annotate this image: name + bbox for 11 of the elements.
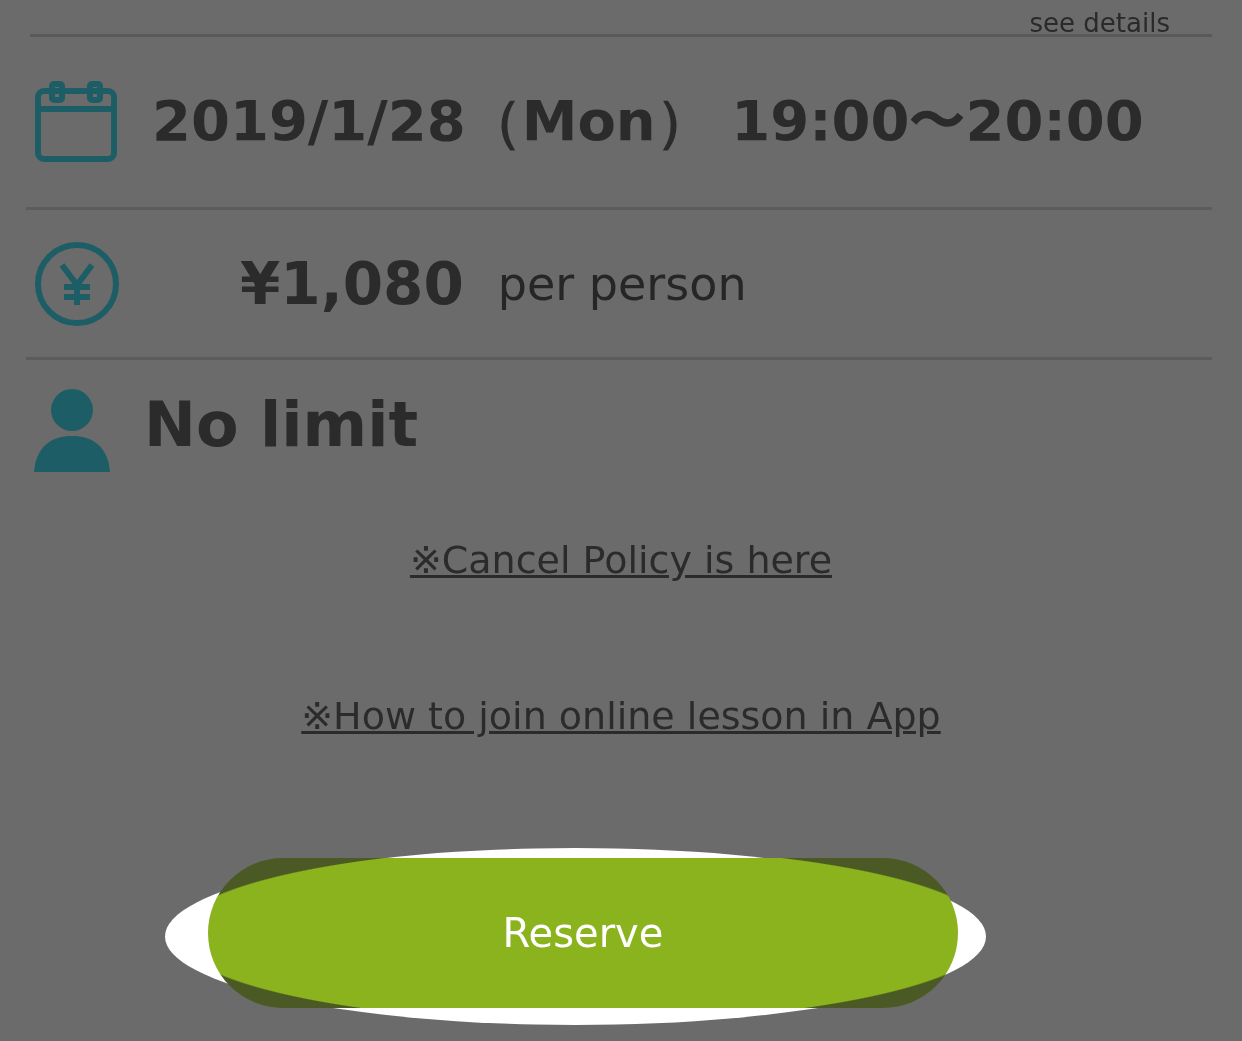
help-link[interactable]: ※How to join online lesson in App — [301, 694, 941, 738]
date-time-text: 2019/1/28（Mon） 19:00〜20:00 — [152, 87, 1144, 155]
price-text: ¥1,080 — [240, 249, 464, 318]
calendar-icon — [34, 81, 118, 163]
yen-icon — [34, 240, 120, 327]
reserve-button[interactable]: Reserve — [208, 858, 958, 1008]
price-unit: per person — [497, 256, 747, 311]
person-icon — [34, 388, 110, 472]
capacity-text: No limit — [144, 388, 419, 461]
see-details-link[interactable]: see details — [1029, 10, 1170, 36]
policy-link[interactable]: ※Cancel Policy is here — [409, 538, 833, 582]
